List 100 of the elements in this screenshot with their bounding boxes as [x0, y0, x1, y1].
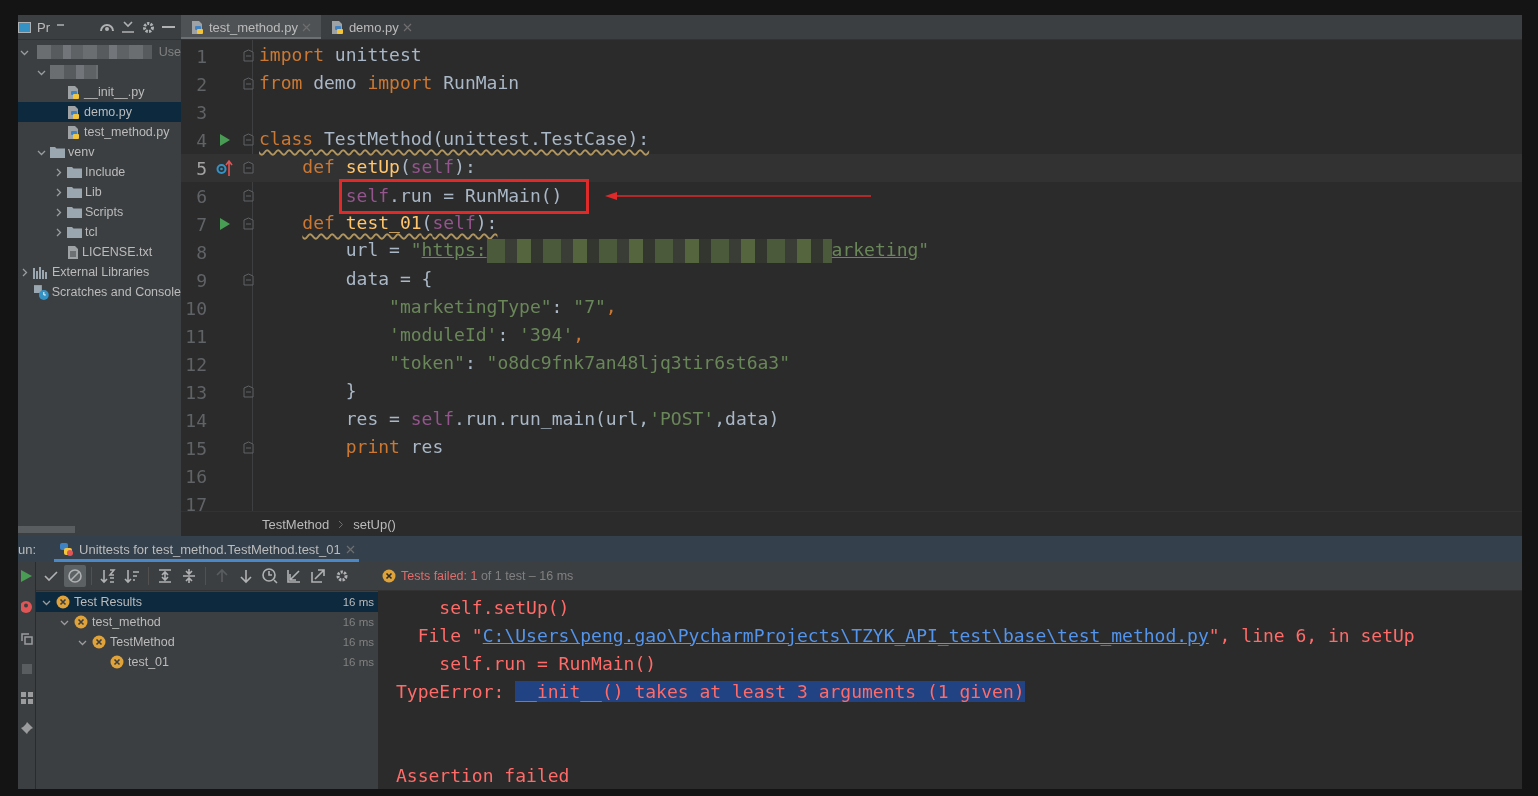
- toggle-icon[interactable]: [19, 632, 34, 646]
- code-line: def setUp(self):: [302, 156, 476, 179]
- folder-icon: [67, 226, 82, 238]
- tree-item[interactable]: Lib: [18, 182, 181, 202]
- tree-label: LICENSE.txt: [82, 245, 153, 259]
- line-number: 12: [184, 353, 207, 375]
- tree-label: demo.py: [84, 105, 132, 119]
- code-line: }: [345, 380, 357, 403]
- fold-icon[interactable]: [243, 133, 254, 147]
- tree-item[interactable]: tcl: [18, 222, 181, 242]
- test-duration: 16 ms: [342, 616, 374, 628]
- ignored-icon[interactable]: [64, 565, 86, 587]
- panel-title[interactable]: Pr: [37, 19, 50, 35]
- tree-item[interactable]: External Libraries: [18, 262, 181, 282]
- line-number: 2: [195, 73, 207, 95]
- scratches-icon: [33, 284, 49, 300]
- run-icon[interactable]: [219, 217, 231, 231]
- python-file-icon: [191, 19, 205, 35]
- test-label: test_01: [128, 655, 169, 669]
- code-line: "marketingType": "7",: [389, 296, 617, 319]
- folder-icon: [67, 166, 82, 178]
- text-file-icon: [67, 244, 79, 260]
- line-number: 16: [184, 465, 207, 487]
- failed-icon: [382, 569, 396, 583]
- tree-label: test_method.py: [84, 125, 170, 139]
- console-line: Assertion failed: [396, 764, 570, 786]
- folder-icon: [67, 186, 82, 198]
- fold-icon[interactable]: [243, 273, 254, 287]
- tree-label: Scratches and Console: [51, 285, 181, 299]
- tree-label: venv: [68, 145, 95, 159]
- code-line: res = self.run.run_main(url,'POST',data): [345, 408, 780, 431]
- line-number: 8: [195, 241, 207, 263]
- python-icon: [58, 541, 75, 557]
- tree-item[interactable]: test_method.py: [18, 122, 181, 142]
- python-file-icon: [67, 104, 81, 120]
- console-line: self.run = RunMain(): [438, 652, 657, 674]
- code-line: def test_01(self):: [302, 212, 498, 235]
- code-line: from demo import RunMain: [259, 72, 520, 95]
- close-icon[interactable]: [402, 22, 412, 32]
- line-number: 15: [184, 437, 207, 459]
- run-tab[interactable]: Unittests for test_method.TestMethod.test_01: [54, 536, 359, 562]
- code-line: 'moduleId': '394',: [389, 324, 585, 347]
- test-item[interactable]: test_01 16 ms: [36, 652, 378, 672]
- path-hint: Use: [158, 45, 181, 59]
- line-number: 3: [195, 101, 207, 123]
- test-duration: 16 ms: [342, 636, 374, 648]
- collapse-icon[interactable]: [121, 20, 135, 34]
- line-number: 10: [184, 297, 207, 319]
- console-line: self.setUp(): [438, 596, 570, 618]
- tree-item[interactable]: __init__.py: [18, 82, 181, 102]
- file-link[interactable]: C:\Users\peng.gao\PycharmProjects\TZYK_API_test\base\test_method.py: [482, 624, 1209, 646]
- tree-item[interactable]: Scripts: [18, 202, 181, 222]
- breadcrumb-item[interactable]: setUp(): [353, 516, 396, 532]
- code-line: class TestMethod(unittest.TestCase):: [259, 128, 650, 151]
- fold-icon[interactable]: [243, 189, 254, 203]
- fold-icon[interactable]: [243, 385, 254, 399]
- tree-label: External Libraries: [52, 265, 150, 279]
- chevron-icon: [338, 519, 345, 529]
- run-icon[interactable]: [21, 570, 32, 582]
- test-item[interactable]: Test Results 16 ms: [36, 592, 378, 612]
- layout-icon[interactable]: [20, 692, 33, 704]
- test-item[interactable]: test_method 16 ms: [36, 612, 378, 632]
- hide-icon[interactable]: [162, 25, 175, 29]
- console-line: TypeError: __init__() takes at least 3 arguments (1 given): [396, 680, 1025, 702]
- line-number: 14: [184, 409, 207, 431]
- panel-label: un:: [18, 541, 37, 557]
- scrollbar-thumb[interactable]: [18, 525, 75, 533]
- tree-item[interactable]: venv: [18, 142, 181, 162]
- code-line: "token": "o8dc9fnk7an48ljq3tir6st6a3": [389, 352, 791, 375]
- override-icon[interactable]: [216, 159, 234, 177]
- test-duration: 16 ms: [342, 656, 374, 668]
- tree-label: __init__.py: [84, 85, 145, 99]
- fold-icon[interactable]: [243, 77, 254, 91]
- fold-icon[interactable]: [243, 161, 254, 175]
- rerun-failed-icon[interactable]: [20, 600, 33, 614]
- line-number: 7: [195, 213, 207, 235]
- panel-icon[interactable]: [18, 20, 31, 34]
- tree-item[interactable]: demo.py: [18, 102, 181, 122]
- test-duration: 16 ms: [342, 596, 374, 608]
- test-label: TestMethod: [110, 635, 175, 649]
- run-icon[interactable]: [219, 133, 231, 147]
- folder-icon: [67, 206, 82, 218]
- code-line: print res: [345, 436, 444, 459]
- test-item[interactable]: TestMethod 16 ms: [36, 632, 378, 652]
- line-number: 1: [195, 45, 207, 67]
- fold-icon[interactable]: [243, 49, 254, 63]
- tree-item[interactable]: Include: [18, 162, 181, 182]
- fold-icon[interactable]: [243, 441, 254, 455]
- breadcrumb-item[interactable]: TestMethod: [262, 516, 330, 532]
- settings-icon[interactable]: [141, 19, 156, 35]
- tree-item[interactable]: Scratches and Console: [18, 282, 181, 302]
- code-line: data = {: [345, 268, 433, 291]
- fold-icon[interactable]: [243, 217, 254, 231]
- close-icon[interactable]: [345, 544, 355, 554]
- tree-item[interactable]: LICENSE.txt: [18, 242, 181, 262]
- editor-tab[interactable]: test_method.py: [181, 15, 321, 39]
- python-file-icon: [67, 124, 81, 140]
- console-line: File "C:\Users\peng.gao\PycharmProjects\TZYK_API_test\base\test_method.py", line 6, in setUp: [416, 624, 1415, 646]
- editor-tab[interactable]: demo.py: [320, 15, 422, 39]
- tree-label: tcl: [85, 225, 98, 239]
